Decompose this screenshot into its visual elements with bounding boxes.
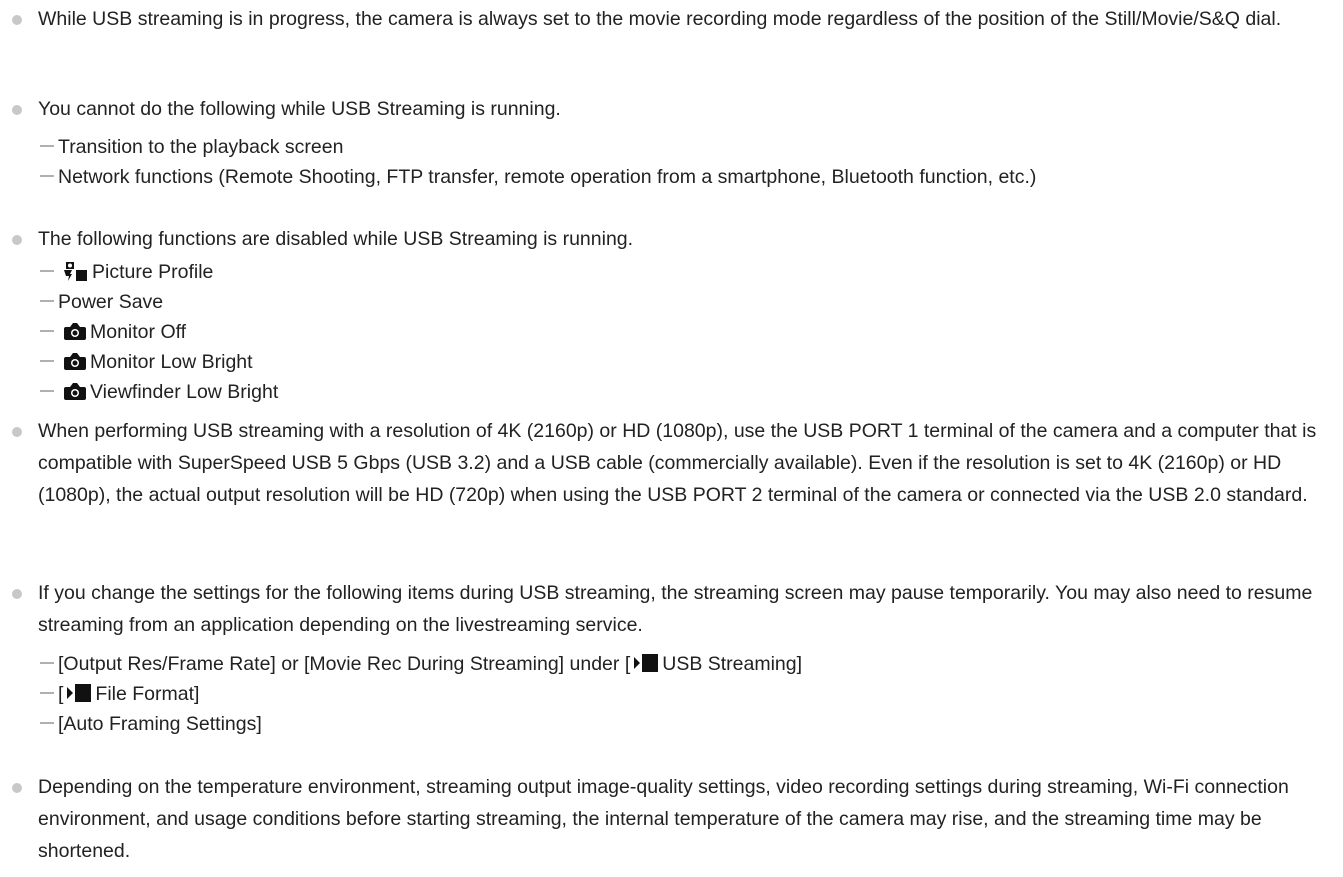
note-text: The following functions are disabled whi…: [38, 228, 634, 250]
movie-icon: [67, 683, 91, 703]
sub-item: Viewfinder Low Bright: [40, 376, 278, 408]
sub-item-text: Monitor Low Bright: [90, 351, 253, 373]
dash-icon: [40, 174, 54, 177]
note-text: You cannot do the following while USB St…: [38, 98, 561, 120]
bullet-icon: [12, 783, 22, 793]
camera-icon: [64, 352, 86, 370]
sub-item-text: File Format]: [95, 683, 200, 705]
note-text: Depending on the temperature environment…: [38, 776, 1289, 862]
bullet-icon: [12, 235, 22, 245]
sub-item-text: [Output Res/Frame Rate] or [Movie Rec Du…: [58, 653, 631, 675]
note-text: While USB streaming is in progress, the …: [38, 8, 1282, 30]
picture-profile-icon: [64, 260, 88, 282]
sub-item-text: Power Save: [58, 291, 164, 313]
sub-item-text: USB Streaming]: [662, 653, 803, 675]
sub-item-text: Network functions (Remote Shooting, FTP …: [58, 166, 1037, 188]
dash-icon: [40, 299, 54, 302]
dash-icon: [40, 389, 54, 392]
sub-item-text: Picture Profile: [92, 261, 214, 283]
sub-item-text: Viewfinder Low Bright: [90, 381, 279, 403]
note-text: When performing USB streaming with a res…: [38, 420, 1317, 506]
dash-icon: [40, 329, 54, 332]
bullet-icon: [12, 105, 22, 115]
dash-icon: [40, 661, 54, 664]
sub-item: [ File Format]: [40, 678, 199, 710]
sub-item: [Output Res/Frame Rate] or [Movie Rec Du…: [40, 648, 802, 680]
dash-icon: [40, 269, 54, 272]
sub-item-text: Transition to the playback screen: [58, 136, 344, 158]
sub-item: Network functions (Remote Shooting, FTP …: [40, 161, 1036, 193]
sub-item: Monitor Off: [40, 316, 186, 348]
bullet-icon: [12, 427, 22, 437]
dash-icon: [40, 359, 54, 362]
sub-item-text: Monitor Off: [90, 321, 187, 343]
sub-item: Monitor Low Bright: [40, 346, 253, 378]
bullet-icon: [12, 15, 22, 25]
sub-item: Picture Profile: [40, 256, 213, 288]
sub-item-text: [: [58, 683, 64, 705]
camera-icon: [64, 382, 86, 400]
camera-icon: [64, 322, 86, 340]
dash-icon: [40, 691, 54, 694]
sub-item-text: [Auto Framing Settings]: [58, 713, 262, 735]
dash-icon: [40, 721, 54, 724]
note-text: If you change the settings for the follo…: [38, 582, 1313, 636]
sub-item: Transition to the playback screen: [40, 131, 343, 163]
dash-icon: [40, 144, 54, 147]
sub-item: Power Save: [40, 286, 163, 318]
movie-icon: [634, 653, 658, 673]
sub-item: [Auto Framing Settings]: [40, 708, 262, 740]
bullet-icon: [12, 589, 22, 599]
